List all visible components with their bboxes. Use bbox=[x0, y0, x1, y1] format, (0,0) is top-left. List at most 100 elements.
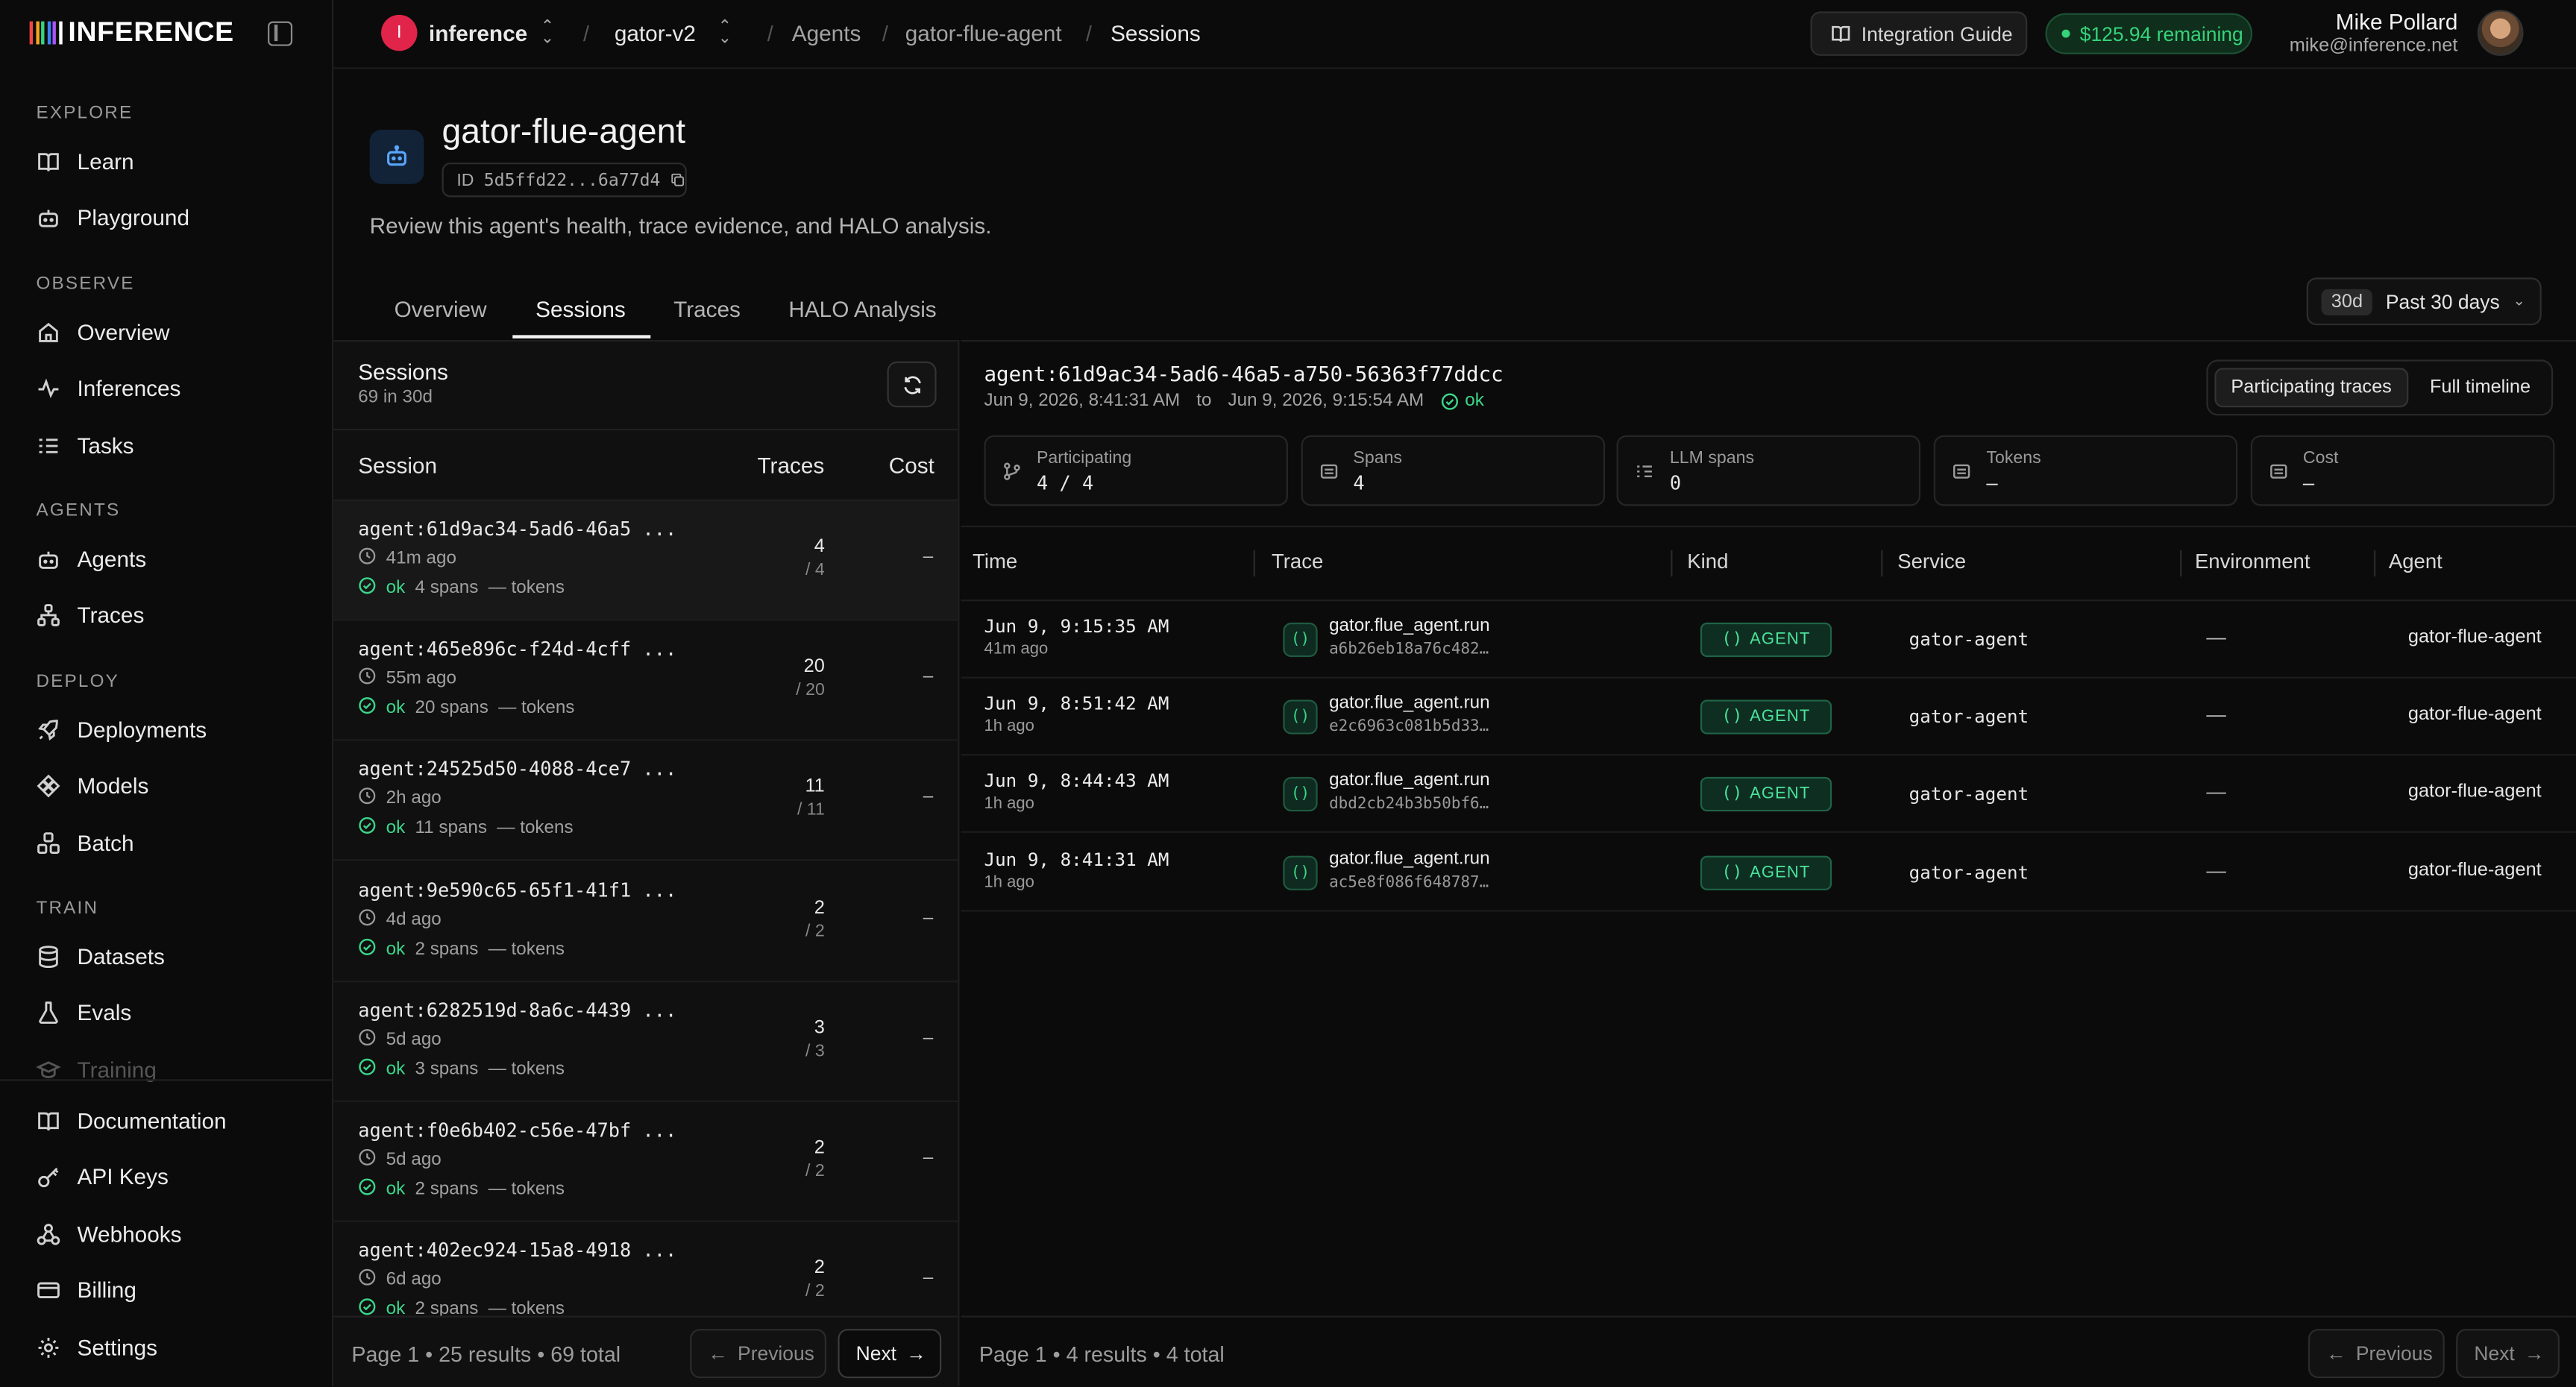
session-row[interactable]: agent:61d9ac34-5ad6-46a5 ... 41m ago ok 4 s… bbox=[333, 500, 958, 621]
agent-id: 5d5ffd22...6a77d4 bbox=[483, 169, 661, 190]
session-status: ok 2 spans — tokens bbox=[358, 937, 565, 960]
logo-bar bbox=[58, 21, 62, 45]
breadcrumb-agent[interactable]: gator-flue-agent bbox=[905, 22, 1062, 46]
integration-guide-button[interactable]: Integration Guide bbox=[1810, 11, 2028, 56]
session-cost: – bbox=[923, 1148, 934, 1169]
org-avatar[interactable]: I bbox=[381, 14, 418, 51]
session-row[interactable]: agent:465e896c-f24d-4cff ... 55m ago ok 20 … bbox=[333, 621, 958, 741]
next-button[interactable]: Next → bbox=[2456, 1329, 2560, 1379]
sidebar-item-models[interactable]: Models bbox=[19, 761, 315, 811]
sidebar-item-playground[interactable]: Playground bbox=[19, 193, 315, 242]
sidebar-item-overview[interactable]: Overview bbox=[19, 307, 315, 356]
column-service[interactable]: Service bbox=[1897, 550, 1966, 573]
trace-name[interactable]: gator.flue_agent.run bbox=[1329, 849, 1490, 868]
column-divider bbox=[1881, 550, 1883, 577]
session-row[interactable]: agent:402ec924-15a8-4918 ... 6d ago ok 2 sp… bbox=[333, 1222, 958, 1315]
sidebar-item-webhooks[interactable]: Webhooks bbox=[19, 1210, 315, 1259]
project-chevron-updown-icon[interactable]: ⌃ ⌄ bbox=[718, 19, 732, 46]
copy-icon[interactable] bbox=[670, 171, 685, 189]
session-row[interactable]: agent:9e590c65-65f1-41f1 ... 4d ago ok 2 sp… bbox=[333, 862, 958, 982]
models-icon bbox=[36, 774, 60, 799]
collapse-sidebar-icon[interactable] bbox=[268, 21, 293, 46]
stat-label: Spans bbox=[1353, 448, 1403, 468]
refresh-icon bbox=[903, 375, 920, 394]
org-switcher[interactable]: inference bbox=[429, 22, 527, 46]
sidebar-item-learn[interactable]: Learn bbox=[19, 136, 315, 186]
sidebar-item-traces[interactable]: Traces bbox=[19, 591, 315, 640]
tab-traces[interactable]: Traces bbox=[673, 298, 741, 322]
session-time: 5d ago bbox=[358, 1028, 442, 1051]
agent-id-chip[interactable]: ID 5d5ffd22...6a77d4 bbox=[442, 163, 687, 198]
tab-halo-analysis[interactable]: HALO Analysis bbox=[788, 298, 936, 322]
credit-balance-badge[interactable]: $125.94 remaining bbox=[2045, 13, 2253, 54]
column-kind[interactable]: Kind bbox=[1687, 550, 1728, 573]
trace-name[interactable]: gator.flue_agent.run bbox=[1329, 694, 1490, 713]
trace-environment: — bbox=[2206, 781, 2226, 805]
previous-button[interactable]: ← Previous bbox=[2308, 1329, 2445, 1379]
full-timeline-toggle[interactable]: Full timeline bbox=[2415, 368, 2545, 407]
column-environment[interactable]: Environment bbox=[2195, 550, 2310, 573]
trace-row[interactable]: Jun 9, 9:15:35 AM 41m ago () gator.flue_age… bbox=[961, 601, 2576, 679]
brand-logo[interactable]: INFERENCE bbox=[29, 16, 234, 49]
column-cost[interactable]: Cost bbox=[889, 453, 934, 478]
session-id-title: agent:61d9ac34-5ad6-46a5-a750-56363f77dd… bbox=[984, 361, 1504, 386]
sidebar-item-api-keys[interactable]: API Keys bbox=[19, 1152, 315, 1201]
sidebar-item-inferences[interactable]: Inferences bbox=[19, 364, 315, 413]
session-time-range: Jun 9, 2026, 8:41:31 AM to Jun 9, 2026, … bbox=[984, 391, 1483, 410]
activity-icon bbox=[36, 377, 60, 401]
trace-time: Jun 9, 8:41:31 AM bbox=[984, 848, 1169, 870]
sidebar-item-billing[interactable]: Billing bbox=[19, 1266, 315, 1315]
sidebar-item-tasks[interactable]: Tasks bbox=[19, 421, 315, 470]
project-switcher[interactable]: gator-v2 bbox=[615, 22, 696, 46]
trace-agent: gator-flue-agent bbox=[2407, 782, 2542, 802]
column-session[interactable]: Session bbox=[358, 453, 437, 478]
session-row[interactable]: agent:f0e6b402-c56e-47bf ... 5d ago ok 2 sp… bbox=[333, 1102, 958, 1222]
user-name[interactable]: Mike Pollard bbox=[2336, 10, 2458, 34]
org-chevron-updown-icon[interactable]: ⌃ ⌄ bbox=[541, 19, 554, 46]
session-cost: – bbox=[923, 1028, 934, 1048]
column-trace[interactable]: Trace bbox=[1272, 550, 1323, 573]
sidebar-item-agents[interactable]: Agents bbox=[19, 534, 315, 583]
sidebar-item-training[interactable]: Training bbox=[19, 1045, 315, 1094]
status-label: ok bbox=[386, 818, 406, 839]
sidebar-item-settings[interactable]: Settings bbox=[19, 1323, 315, 1372]
sidebar-item-label: Batch bbox=[77, 830, 134, 855]
traces-table-header: Time Trace Kind Service Environment Agen… bbox=[961, 525, 2576, 602]
session-row[interactable]: agent:6282519d-8a6c-4439 ... 5d ago ok 3 sp… bbox=[333, 982, 958, 1102]
trace-service: gator-agent bbox=[1909, 706, 2029, 729]
tab-sessions[interactable]: Sessions bbox=[535, 298, 626, 322]
participating-traces-toggle[interactable]: Participating traces bbox=[2214, 368, 2408, 408]
breadcrumb-agents[interactable]: Agents bbox=[792, 22, 861, 46]
trace-count: 2/ 2 bbox=[805, 896, 825, 943]
previous-button[interactable]: ← Previous bbox=[690, 1329, 827, 1379]
trace-row[interactable]: Jun 9, 8:44:43 AM 1h ago () gator.flue_agen… bbox=[961, 756, 2576, 834]
sidebar-item-deployments[interactable]: Deployments bbox=[19, 705, 315, 754]
home-icon bbox=[36, 319, 60, 344]
trace-row[interactable]: Jun 9, 8:51:42 AM 1h ago () gator.flue_agen… bbox=[961, 679, 2576, 756]
user-avatar[interactable] bbox=[2477, 10, 2524, 56]
top-bar: I inference ⌃ ⌄ / gator-v2 ⌃ ⌄ / Agents / … bbox=[333, 0, 2576, 69]
clock-icon bbox=[358, 787, 376, 811]
trace-name[interactable]: gator.flue_agent.run bbox=[1329, 616, 1490, 635]
next-button[interactable]: Next → bbox=[838, 1329, 942, 1379]
session-row[interactable]: agent:24525d50-4088-4ce7 ... 2h ago ok 11 s… bbox=[333, 741, 958, 862]
chevron-down-icon: ⌄ bbox=[2513, 292, 2525, 309]
column-agent[interactable]: Agent bbox=[2389, 550, 2443, 573]
trace-name[interactable]: gator.flue_agent.run bbox=[1329, 771, 1490, 790]
column-time[interactable]: Time bbox=[973, 550, 1017, 573]
trace-row[interactable]: Jun 9, 8:41:31 AM 1h ago () gator.flue_agen… bbox=[961, 834, 2576, 911]
token-count: — tokens bbox=[488, 939, 565, 959]
sidebar-item-evals[interactable]: Evals bbox=[19, 988, 315, 1037]
refresh-button[interactable] bbox=[887, 361, 937, 408]
span-count: 11 spans bbox=[415, 818, 488, 839]
stat-label: Cost bbox=[2302, 448, 2339, 468]
trace-count-value: 2 bbox=[814, 898, 825, 918]
tab-overview[interactable]: Overview bbox=[395, 298, 487, 322]
session-ago: 2h ago bbox=[386, 789, 442, 809]
session-ago: 55m ago bbox=[386, 668, 456, 689]
time-range-select[interactable]: 30d Past 30 days ⌄ bbox=[2306, 277, 2542, 326]
sidebar-item-datasets[interactable]: Datasets bbox=[19, 931, 315, 981]
column-traces[interactable]: Traces bbox=[757, 453, 824, 478]
sidebar-item-batch[interactable]: Batch bbox=[19, 818, 315, 867]
sidebar-item-documentation[interactable]: Documentation bbox=[19, 1095, 315, 1145]
